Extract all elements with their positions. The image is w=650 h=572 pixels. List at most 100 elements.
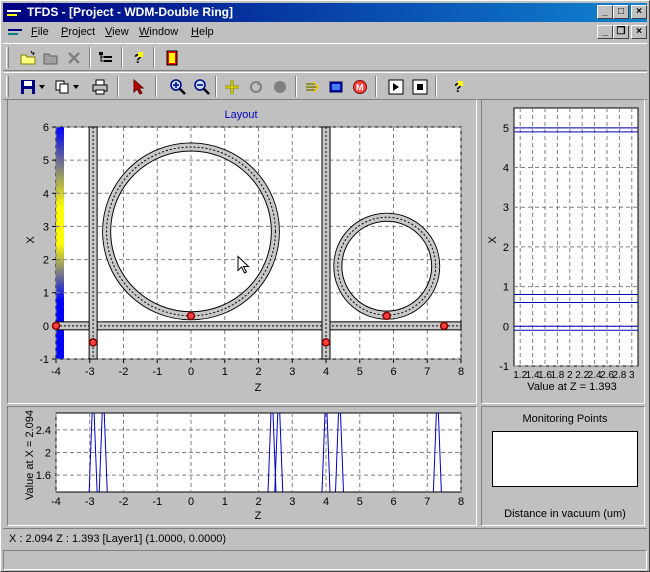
toolbar-project: ? bbox=[3, 43, 647, 71]
y-tick-label: 4 bbox=[503, 163, 509, 175]
delete-button[interactable] bbox=[63, 47, 85, 68]
port-marker bbox=[321, 338, 331, 347]
x-tick-label: -1 bbox=[152, 366, 162, 378]
print-button[interactable] bbox=[89, 76, 111, 97]
toolbar-separator bbox=[155, 76, 157, 97]
right-profile-chart[interactable]: 1.21.41.61.8 2 2.22.42.62.8 3-1012345 Value… bbox=[482, 100, 644, 403]
arrow-pointer-icon bbox=[133, 78, 145, 95]
toolbar-separator bbox=[121, 47, 123, 68]
open-project-button[interactable] bbox=[40, 47, 62, 68]
x-tick-label: 2.8 bbox=[612, 370, 626, 381]
x-tick-label: -1 bbox=[152, 496, 162, 508]
monitoring-footer: Distance in vacuum (um) bbox=[504, 508, 626, 520]
toolbar-separator bbox=[215, 76, 217, 97]
port-marker bbox=[51, 321, 61, 331]
y-tick-label: 1.6 bbox=[36, 470, 51, 482]
copy-icon bbox=[55, 80, 69, 93]
stop-icon bbox=[412, 79, 428, 94]
x-tick-label: 8 bbox=[458, 366, 464, 378]
x-tick-label: 3 bbox=[629, 370, 635, 381]
layout-chart[interactable]: Layout -4 -3 -2 -1 0 1 2 3 4 5 6 7 8 -1 0 1 2 3 4 5 6 Z X bbox=[8, 100, 476, 403]
x-tick-label: 1.8 bbox=[550, 370, 564, 381]
menu-view[interactable]: View bbox=[105, 26, 129, 38]
x-tick-label: 2 bbox=[567, 370, 573, 381]
blue-square-icon bbox=[329, 81, 343, 92]
input-beam-icon bbox=[306, 81, 319, 92]
stop-record-button[interactable] bbox=[269, 76, 291, 97]
y-tick-label: -1 bbox=[39, 354, 49, 366]
menu-project[interactable]: Project bbox=[61, 26, 95, 38]
bottom-profile-chart[interactable]: -4 -3 -2 -1 0 1 2 3 4 5 6 7 8 1.6 2 2.4 Z Value at X = … bbox=[8, 407, 476, 525]
monitor-button[interactable]: M bbox=[349, 76, 371, 97]
exit-button[interactable] bbox=[161, 47, 183, 68]
right-ylabel: X bbox=[487, 236, 499, 244]
maximize-button[interactable]: □ bbox=[613, 5, 629, 19]
properties-button[interactable] bbox=[95, 47, 117, 68]
monitoring-points-box[interactable] bbox=[492, 431, 638, 487]
minimize-button[interactable]: _ bbox=[597, 5, 613, 19]
y-tick-label: 5 bbox=[503, 123, 509, 135]
zoom-in-button[interactable] bbox=[167, 76, 189, 97]
toolbar-grip[interactable] bbox=[6, 76, 9, 97]
x-tick-label: 2 bbox=[255, 366, 261, 378]
waveguide-cross-icon bbox=[225, 79, 239, 94]
simulation-button[interactable] bbox=[325, 76, 347, 97]
run-button[interactable] bbox=[385, 76, 407, 97]
open-folder-icon bbox=[43, 53, 58, 64]
y-tick-label: -1 bbox=[499, 361, 509, 373]
play-icon bbox=[388, 79, 404, 94]
stop-button[interactable] bbox=[409, 76, 431, 97]
rotate-button[interactable] bbox=[245, 76, 267, 97]
x-tick-label: -4 bbox=[51, 366, 61, 378]
y-tick-label: 2 bbox=[503, 242, 509, 254]
toolbar-grip[interactable] bbox=[6, 47, 9, 68]
rotate-icon bbox=[250, 80, 262, 93]
x-tick-label: 1 bbox=[222, 366, 228, 378]
status-bar: X : 2.094 Z : 1.393 [Layer1] (1.0000, 0.… bbox=[3, 528, 647, 548]
x-tick-label: -2 bbox=[119, 366, 129, 378]
y-tick-label: 0 bbox=[43, 321, 49, 333]
bottom-status-strip bbox=[3, 550, 647, 570]
x-tick-label: 1 bbox=[222, 496, 228, 508]
child-close-button[interactable]: × bbox=[631, 25, 647, 39]
x-tick-label: 4 bbox=[323, 366, 329, 378]
help-icon: ? bbox=[134, 51, 143, 66]
input-field-button[interactable] bbox=[301, 76, 323, 97]
status-coordinates: X : 2.094 Z : 1.393 [Layer1] (1.0000, 0.… bbox=[9, 533, 227, 545]
save-button[interactable] bbox=[17, 76, 39, 97]
waveguide-tool-button[interactable] bbox=[221, 76, 243, 97]
port-marker bbox=[186, 311, 196, 321]
bottom-ylabel: Value at X = 2.094 bbox=[24, 410, 36, 500]
menu-bar: File Project View Window Help _ ❐ × bbox=[3, 23, 647, 42]
x-tick-label: 8 bbox=[458, 496, 464, 508]
zoom-out-button[interactable] bbox=[191, 76, 213, 97]
x-tick-label: -3 bbox=[85, 366, 95, 378]
help-context-button[interactable]: ? bbox=[127, 47, 149, 68]
x-tick-label: 6 bbox=[390, 366, 396, 378]
new-project-button[interactable] bbox=[17, 47, 39, 68]
copy-button[interactable] bbox=[51, 76, 73, 97]
x-tick-label: 5 bbox=[357, 496, 363, 508]
y-tick-label: 6 bbox=[43, 122, 49, 134]
right-xlabel: Value at Z = 1.393 bbox=[527, 381, 616, 393]
menu-help[interactable]: Help bbox=[191, 26, 214, 38]
menu-window[interactable]: Window bbox=[139, 26, 178, 38]
copy-dropdown[interactable] bbox=[71, 76, 81, 97]
help-button[interactable]: ? bbox=[447, 76, 469, 97]
child-restore-button[interactable]: ❐ bbox=[613, 25, 629, 39]
child-minimize-button[interactable]: _ bbox=[597, 25, 613, 39]
gray-circle-icon bbox=[274, 80, 286, 93]
port-marker bbox=[88, 338, 98, 347]
menu-file[interactable]: File bbox=[31, 26, 49, 38]
toolbar-separator bbox=[153, 47, 155, 68]
main-window: TFDS - [Project - WDM-Double Ring] _ □ ×… bbox=[0, 0, 650, 572]
printer-icon bbox=[92, 79, 108, 94]
y-tick-label: 4 bbox=[43, 188, 49, 200]
toolbar-separator bbox=[295, 76, 297, 97]
tree-icon bbox=[99, 51, 112, 62]
save-dropdown[interactable] bbox=[37, 76, 47, 97]
close-button[interactable]: × bbox=[631, 5, 647, 19]
layout-title: Layout bbox=[224, 109, 257, 121]
select-tool-button[interactable] bbox=[127, 76, 149, 97]
y-tick-label: 0 bbox=[503, 321, 509, 333]
